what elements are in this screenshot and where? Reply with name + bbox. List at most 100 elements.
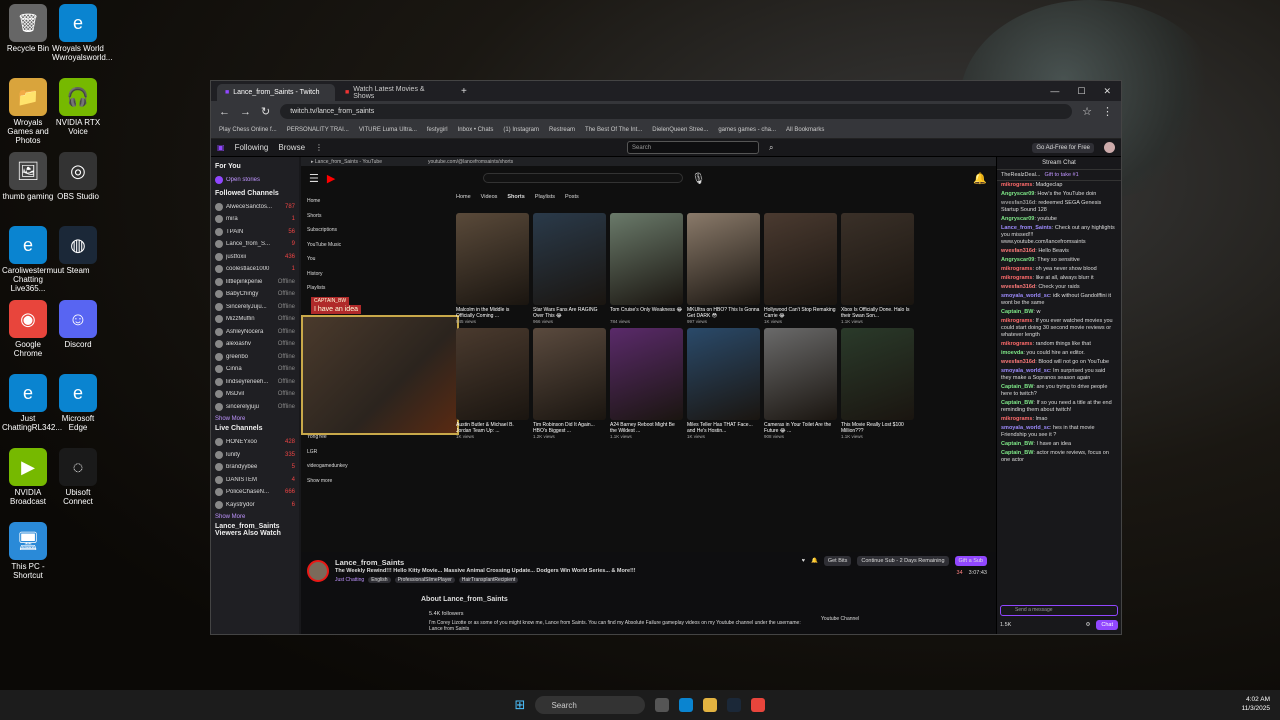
chat-username[interactable]: wvesfan316d [1001,248,1035,254]
bookmark-item[interactable]: PERSONALITY TRAI... [287,127,349,133]
sidebar-channel[interactable]: lindseyreneeh... Offline [215,376,295,389]
search-icon[interactable]: ⌕ [769,143,773,153]
chat-username[interactable]: imoevda [1001,350,1023,356]
desktop-icon[interactable]: e Just ChattingRL342... [2,374,62,432]
tag[interactable]: ProfessionalSlimePlayer [394,577,455,583]
chat-username[interactable]: smoyala_world_sc [1001,368,1050,374]
continue-sub-button[interactable]: Continue Sub - 2 Days Remaining [857,556,949,566]
minimize-icon[interactable]: — [1050,86,1059,97]
sidebar-channel[interactable]: lunity 335 [215,449,295,462]
taskbar-search[interactable]: Search [535,696,646,714]
chat-username[interactable]: Captain_BW [1001,450,1033,456]
sidebar-channel[interactable]: Lance_from_S... 9 [215,238,295,251]
chat-username[interactable]: Angryscar09 [1001,257,1034,263]
chat-username[interactable]: wvesfan316d [1001,284,1035,290]
tab-movies[interactable]: ■ Watch Latest Movies & Shows [337,84,455,101]
twitch-search-input[interactable]: Search [627,141,760,154]
sidebar-channel[interactable]: littlepinkpenie Offline [215,276,295,289]
sidebar-channel[interactable]: alexiashv Offline [215,338,295,351]
channel-points[interactable]: 1.5K [1000,622,1011,628]
desktop-icon[interactable]: 📁 Wroyals Games and Photos [2,78,54,145]
settings-icon[interactable]: ⚙ [1085,622,1090,628]
chat-username[interactable]: Captain_BW [1001,400,1033,406]
desktop-icon[interactable]: ◉ Google Chrome [2,300,54,358]
desktop-icon[interactable]: e Microsoft Edge [52,374,104,432]
chat-username[interactable]: mikrograms [1001,416,1033,422]
reload-icon[interactable]: ↻ [261,105,270,118]
nav-more-icon[interactable]: ⋮ [315,143,323,152]
nav-browse[interactable]: Browse [278,143,305,152]
tag[interactable]: English [368,577,391,583]
youtube-channel-link[interactable]: Youtube Channel [821,616,861,622]
steam-icon[interactable] [727,698,742,712]
chat-username[interactable]: mikrograms [1001,182,1033,188]
chat-username[interactable]: wvesfan316d [1001,359,1035,365]
chat-button[interactable]: Chat [1096,620,1118,630]
show-more-live-link[interactable]: Show More [215,514,295,520]
task-view-icon[interactable] [655,698,670,712]
chat-username[interactable]: wvesfan316d [1001,200,1035,206]
new-tab-icon[interactable]: + [461,86,467,97]
chat-username[interactable]: mikrograms [1001,341,1033,347]
menu-icon[interactable]: ⋮ [1102,105,1113,118]
sidebar-channel[interactable]: AlweceSanctos... 787 [215,201,295,214]
sidebar-channel[interactable]: coolestlace1000 1 [215,263,295,276]
category-link[interactable]: Just Chatting [335,577,364,583]
chat-username[interactable]: Captain_BW [1001,309,1033,315]
chat-username[interactable]: mikrograms [1001,275,1033,281]
chat-username[interactable]: Lance_from_Saints [1001,225,1052,231]
sidebar-channel[interactable]: Cinna Offline [215,363,295,376]
clock[interactable]: 4:02 AM 11/3/2025 [1242,695,1270,713]
twitch-logo-icon[interactable]: ▣ [217,143,225,152]
desktop-icon[interactable]: 🎧 NVIDIA RTX Voice [52,78,104,136]
sidebar-channel[interactable]: greenbo Offline [215,351,295,364]
chat-username[interactable]: Angryscar09 [1001,216,1034,222]
pinned-user[interactable]: TheRealzDeal... [1001,172,1040,178]
bookmark-item[interactable]: games games - cha... [718,127,776,133]
desktop-icon[interactable]: ◎ OBS Studio [52,152,104,201]
bookmark-item[interactable]: (1) Instagram [503,127,539,133]
tab-twitch[interactable]: ■ Lance_from_Saints - Twitch [217,84,335,101]
sidebar-channel[interactable]: SincerelyJuju... Offline [215,301,295,314]
sidebar-channel[interactable]: sincerelyjuju Offline [215,401,295,414]
desktop-icon[interactable]: 🖥 This PC - Shortcut [2,522,54,580]
sidebar-channel[interactable]: brandyybee 5 [215,461,295,474]
ad-free-button[interactable]: Go Ad-Free for Free [1032,142,1094,153]
bookmark-item[interactable]: festygirl [427,127,448,133]
gift-sub-button[interactable]: Gift a Sub [954,556,987,566]
get-bits-button[interactable]: Get Bits [823,556,852,566]
desktop-icon[interactable]: e Wroyals World Wwroyalsworld... [52,4,112,62]
maximize-icon[interactable]: ☐ [1077,86,1085,97]
stream-player[interactable]: ▸ Lance_from_Saints - YouTube youtube.co… [301,157,997,552]
streamer-avatar[interactable] [307,560,329,582]
sidebar-channel[interactable]: BabyChingy Offline [215,288,295,301]
sidebar-channel[interactable]: PoliceChaseN... 666 [215,486,295,499]
sidebar-channel[interactable]: HONEYxoo 428 [215,436,295,449]
sidebar-channel[interactable]: Kaystrydor 6 [215,499,295,512]
sidebar-channel[interactable]: justfoxii 436 [215,251,295,264]
show-more-link[interactable]: Show More [215,416,295,422]
chat-username[interactable]: Captain_BW [1001,441,1033,447]
tag[interactable]: HairTransplantRecipient [458,577,519,583]
chat-input[interactable]: Send a message [1000,605,1118,616]
bookmark-item[interactable]: VITURE Luma Ultra... [359,127,417,133]
bookmark-item[interactable]: Play Chess Online f... [219,127,277,133]
desktop-icon[interactable]: e Caroliwestermuut Chatting Live365... [2,226,64,293]
url-field[interactable]: twitch.tv/lance_from_saints [280,104,1073,119]
edge-icon[interactable] [679,698,694,712]
chat-username[interactable]: mikrograms [1001,318,1033,324]
chat-username[interactable]: mikrograms [1001,266,1033,272]
bookmark-item[interactable]: The Best Of The Int... [585,127,642,133]
heart-icon[interactable]: ♥ [802,558,805,564]
back-icon[interactable]: ← [219,106,230,118]
forward-icon[interactable]: → [240,106,251,118]
windows-start-icon[interactable]: ⊞ [515,697,526,713]
chat-username[interactable]: smoyala_world_sc [1001,293,1050,299]
file-explorer-icon[interactable] [703,698,718,712]
gift-leaderboard[interactable]: Gift to take #1 [1044,172,1078,178]
nav-following[interactable]: Following [235,143,269,152]
desktop-icon[interactable]: ▶ NVIDIA Broadcast [2,448,54,506]
open-stories[interactable]: Open stories [215,174,295,187]
notification-icon[interactable]: 🔔 [811,558,818,564]
sidebar-channel[interactable]: AshleyNocera Offline [215,326,295,339]
